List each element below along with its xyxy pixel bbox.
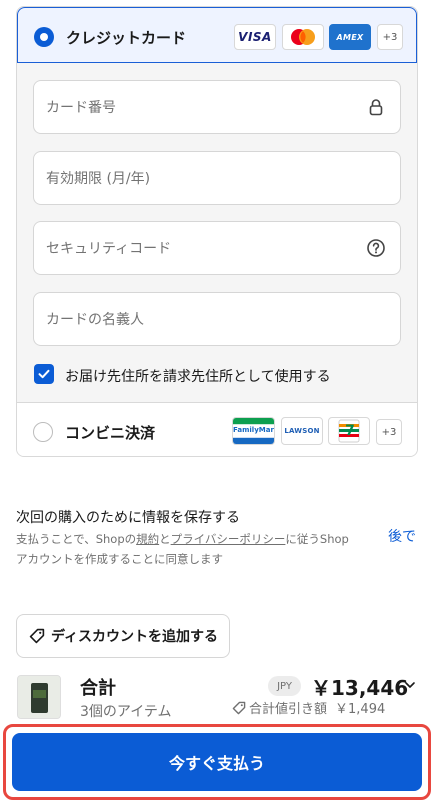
discount-total-label: 合計値引き額 [249,702,328,717]
product-thumbnail [17,675,61,719]
tag-icon [232,701,246,714]
lock-icon [369,99,383,116]
currency-badge: JPY [268,676,301,696]
konbini-radio[interactable] [33,422,53,442]
familymart-logo: FamilyMart [232,417,275,445]
card-number-field[interactable]: カード番号 [33,80,401,134]
discount-total-amount: ￥1,494 [335,702,386,717]
payment-method-box: クレジットカード VISA AMEX +3 カード番号 有効期限 (月/年) セ… [16,6,418,457]
credit-card-label: クレジットカード [66,29,187,47]
payment-option-konbini[interactable]: コンビニ決済 FamilyMart LAWSON 7 +3 [17,402,417,456]
save-info-description: 支払うことで、Shopの規約とプライバシーポリシーに従うShopアカウントを作成… [16,532,349,566]
privacy-policy-link[interactable]: プライバシーポリシー [171,532,286,546]
payment-option-credit-card[interactable]: クレジットカード VISA AMEX +3 [17,7,417,63]
konbini-label: コンビニ決済 [65,424,156,442]
chevron-down-icon[interactable] [404,679,416,691]
add-discount-button[interactable]: ディスカウントを追加する [16,614,230,658]
more-konbini-badge: +3 [376,419,402,445]
later-link[interactable]: 後で [388,526,416,546]
cardholder-name-field[interactable]: カードの名義人 [33,292,401,346]
visa-logo: VISA [234,24,276,50]
billing-address-checkbox[interactable] [34,364,54,384]
discount-summary: 合計値引き額 ￥1,494 [232,698,385,717]
billing-address-label[interactable]: お届け先住所を請求先住所として使用する [65,366,331,386]
checkmark-icon [38,369,50,379]
pay-now-button[interactable]: 今すぐ支払う [12,733,422,791]
security-code-field[interactable]: セキュリティコード [33,221,401,275]
total-label: 合計 [80,678,116,699]
credit-card-radio[interactable] [34,27,54,47]
terms-link[interactable]: 規約 [136,532,159,546]
amex-logo: AMEX [329,24,371,50]
save-info-title: 次回の購入のために情報を保存する [16,510,240,526]
help-icon[interactable] [366,238,386,258]
expiry-date-field[interactable]: 有効期限 (月/年) [33,151,401,205]
item-count: 3個のアイテム [80,704,172,720]
more-cards-badge: +3 [377,24,403,50]
mastercard-logo [282,24,324,50]
seven-eleven-logo: 7 [328,417,370,445]
lawson-logo: LAWSON [281,417,323,445]
total-amount: ￥13,446 [311,676,409,700]
tag-icon [29,628,45,644]
